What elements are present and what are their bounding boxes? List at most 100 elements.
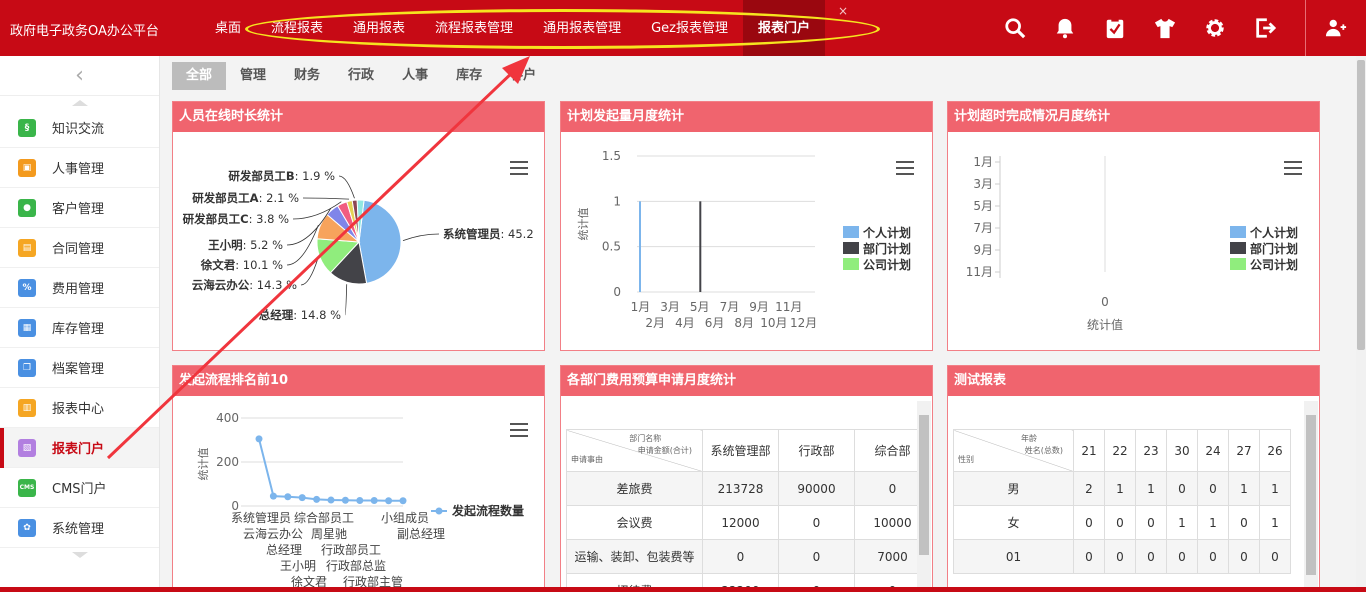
logout-icon[interactable] (1240, 0, 1290, 56)
panel-scrollbar[interactable] (917, 401, 931, 592)
legend-label: 个人计划 (862, 225, 911, 240)
tab-2[interactable]: 财务 (280, 62, 334, 90)
x-tick-label: 云海云办公 (243, 526, 303, 541)
bell-icon[interactable] (1040, 0, 1090, 56)
sidebar-scroll-down-icon[interactable] (0, 548, 159, 560)
sidebar-item-label: 客户管理 (52, 202, 105, 217)
sidebar-item-6[interactable]: ❐ 档案管理 (0, 348, 159, 388)
customer-icon: ● (18, 198, 36, 217)
row-label: 会议费 (566, 505, 703, 540)
nav-item-2[interactable]: 通用报表 (338, 0, 420, 56)
users-icon[interactable] (1305, 0, 1366, 56)
sidebar-scroll-up-icon[interactable] (0, 96, 159, 108)
y-tick-label: 9月 (973, 243, 993, 257)
chart-menu-icon[interactable] (896, 161, 914, 175)
tab-0[interactable]: 全部 (172, 62, 227, 90)
x-tick-label: 行政部员工 (321, 542, 381, 557)
data-point[interactable] (298, 494, 306, 502)
sidebar-item-3[interactable]: ▤ 合同管理 (0, 228, 159, 268)
sidebar-collapse-icon[interactable]: ‹ (0, 56, 159, 96)
column-header: 26 (1259, 429, 1291, 472)
data-point[interactable] (327, 496, 335, 504)
chart-menu-icon[interactable] (1284, 161, 1302, 175)
search-icon[interactable] (990, 0, 1040, 56)
tab-3[interactable]: 行政 (334, 62, 388, 90)
tab-1[interactable]: 管理 (226, 62, 280, 90)
pie-connector (302, 197, 350, 200)
budget-table: 部门名称 申请金额(合计) 申请事由 系统管理部 行政部 综合部 差旅费 213728 9000… (566, 429, 931, 592)
archive-icon: ❐ (18, 358, 36, 377)
y-tick-label: 3月 (973, 177, 993, 191)
pie-connector (300, 257, 319, 286)
nav-item-0[interactable]: 桌面 (200, 0, 256, 56)
tab-close-icon[interactable]: × (838, 4, 848, 18)
data-point[interactable] (370, 497, 378, 504)
tab-6[interactable]: 客户 (496, 62, 550, 90)
corner-top-label: 年龄 (1021, 434, 1037, 443)
y-axis-label: 统计值 (577, 208, 590, 241)
table-cell: 0 (1259, 539, 1291, 574)
nav-item-6[interactable]: 报表门户 (742, 0, 825, 56)
sidebar-item-5[interactable]: ▦ 库存管理 (0, 308, 159, 348)
tab-5[interactable]: 库存 (442, 62, 496, 90)
sidebar-item-4[interactable]: % 费用管理 (0, 268, 159, 308)
top-bar: 政府电子政务OA办公平台 桌面 流程报表 通用报表 流程报表管理 通用报表管理 Gez报表… (0, 0, 1366, 56)
legend-swatch (1230, 226, 1246, 238)
online-duration-panel: 人员在线时长统计 系统管理员: 45.2 总经理: 14.8 % 云海云办公: 14… (172, 101, 545, 351)
sidebar-item-0[interactable]: § 知识交流 (0, 108, 159, 148)
pie-connector (402, 233, 440, 242)
legend-label: 公司计划 (863, 257, 911, 272)
data-point[interactable] (255, 435, 263, 443)
sidebar-item-2[interactable]: ● 客户管理 (0, 188, 159, 228)
sidebar-item-label: 报表中心 (52, 402, 105, 417)
dept-budget-panel: 各部门费用预算申请月度统计 部门名称 申请金额(合计) 申请事由 系统管理部 行政部 综合… (560, 365, 933, 592)
page-scrollbar[interactable] (1356, 56, 1366, 592)
clipboard-check-icon[interactable] (1090, 0, 1140, 56)
chart-menu-icon[interactable] (510, 423, 528, 437)
chart-menu-icon[interactable] (510, 161, 528, 175)
tab-4[interactable]: 人事 (388, 62, 442, 90)
sidebar-item-7[interactable]: ▥ 报表中心 (0, 388, 159, 428)
table-row: 01 0 0 0 0 0 0 0 (953, 539, 1291, 574)
corner-mid-label: 姓名(总数) (1024, 446, 1063, 455)
table-cell: 90000 (778, 471, 855, 506)
table-cell: 0 (1104, 539, 1136, 574)
data-point[interactable] (399, 497, 407, 505)
data-point[interactable] (341, 496, 349, 504)
shirt-icon[interactable] (1140, 0, 1190, 56)
sidebar-item-8[interactable]: ▧ 报表门户 (0, 428, 159, 468)
series-line (258, 438, 403, 502)
y-tick-label: 200 (216, 455, 239, 469)
data-point[interactable] (269, 492, 277, 500)
cms-icon: CMS (18, 478, 36, 497)
nav-item-4[interactable]: 通用报表管理 (528, 0, 636, 56)
nav-item-3[interactable]: 流程报表管理 (420, 0, 528, 56)
table-cell: 0 (1135, 539, 1167, 574)
data-point[interactable] (356, 497, 364, 504)
bar[interactable] (699, 201, 702, 292)
knowledge-icon: § (18, 118, 36, 137)
overtime-bar-chart: 1月 3月 5月 7月 9月 11月 0 统计值 个人计划部门计划公司计划 (966, 155, 1298, 332)
pie-data-label: 研发部员工A: 2.1 % (192, 191, 299, 205)
sidebar-item-1[interactable]: ▣ 人事管理 (0, 148, 159, 188)
bar[interactable] (639, 201, 641, 292)
sidebar-item-9[interactable]: CMS CMS门户 (0, 468, 159, 508)
gear-icon[interactable] (1190, 0, 1240, 56)
plan-bar-chart: 0 0.5 1 1.5 统计值 1月 2月 3月 4月 5月 6月 7月 8月 9月 10月 11月 12月 个人… (577, 149, 911, 330)
nav-item-5[interactable]: Gez报表管理 (636, 0, 743, 56)
pie-slice[interactable] (358, 199, 402, 284)
panel-scrollbar[interactable] (1304, 401, 1318, 592)
data-point[interactable] (284, 493, 292, 501)
system-icon: ✿ (18, 518, 36, 537)
legend-label: 发起流程数量 (451, 503, 524, 518)
column-header: 21 (1073, 429, 1105, 472)
panel-title: 人员在线时长统计 (173, 102, 544, 132)
data-point[interactable] (385, 497, 393, 505)
data-point[interactable] (313, 495, 321, 503)
nav-item-1[interactable]: 流程报表 (256, 0, 338, 56)
pie-connector (344, 284, 348, 316)
main-content: 全部 管理 财务 行政 人事 库存 客户 人员在线时长统计 系统管理员: 45.2 总经理: … (160, 56, 1356, 592)
sidebar-item-10[interactable]: ✿ 系统管理 (0, 508, 159, 548)
table-cell: 0 (1135, 505, 1167, 540)
overtime-monthly-panel: 计划超时完成情况月度统计 1月 3月 5月 7月 9月 11月 0 统计值 个人计划 部门计划 公司… (947, 101, 1320, 351)
